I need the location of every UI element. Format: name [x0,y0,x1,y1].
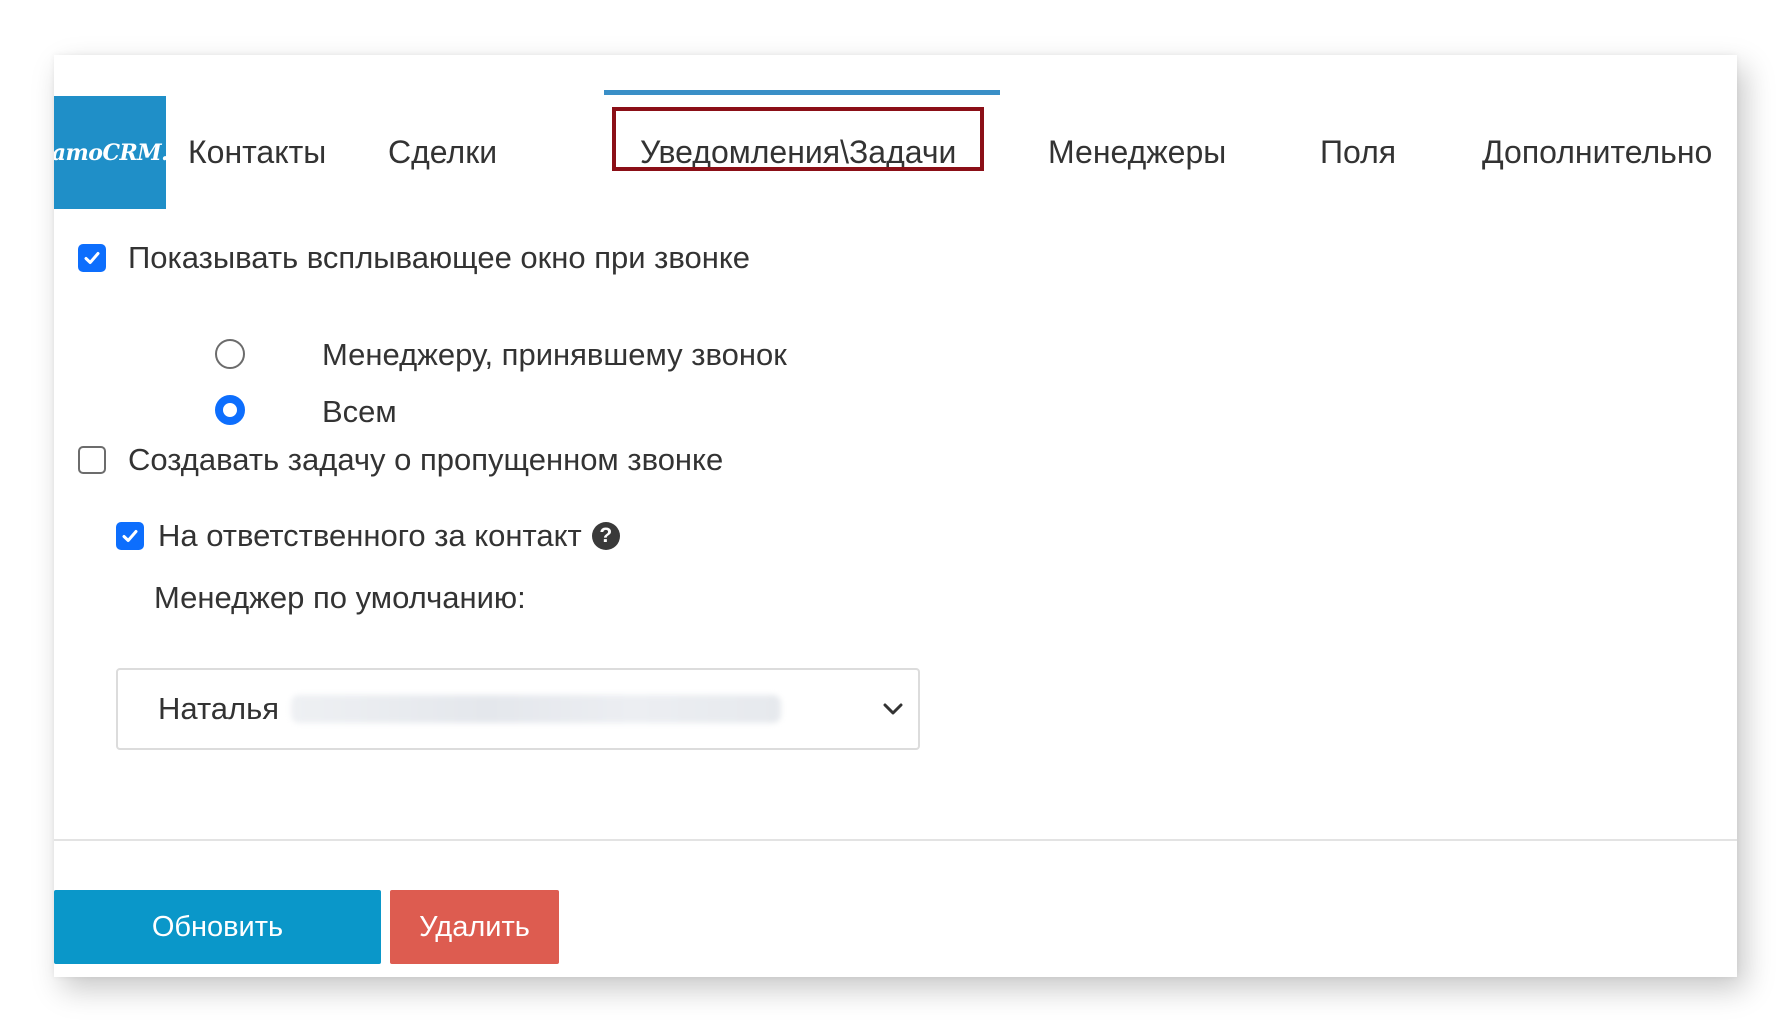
active-tab-indicator [604,90,1000,95]
show-popup-label: Показывать всплывающее окно при звонке [128,240,751,275]
responsible-row: На ответственного за контакт ? [116,511,620,561]
check-icon [84,252,100,264]
tab-managers[interactable]: Менеджеры [1048,127,1226,177]
show-popup-row: Показывать всплывающее окно при звонке [78,233,750,283]
tab-deals[interactable]: Сделки [388,127,497,177]
show-popup-checkbox[interactable] [78,244,106,272]
check-icon [122,530,138,542]
tab-additional[interactable]: Дополнительно [1482,127,1712,177]
footer-divider [54,839,1737,841]
logo-text: amoCRM. [54,139,169,166]
tab-contacts[interactable]: Контакты [188,127,326,177]
default-manager-label-row: Менеджер по умолчанию: [154,573,526,623]
assign-responsible-checkbox[interactable] [116,522,144,550]
tab-fields[interactable]: Поля [1320,127,1396,177]
default-manager-label: Менеджер по умолчанию: [154,580,526,615]
radio-everyone-row: Всем [322,387,397,437]
chevron-down-icon [883,703,903,715]
radio-everyone[interactable] [215,395,245,425]
update-button[interactable]: Обновить [54,890,381,964]
delete-button[interactable]: Удалить [390,890,559,964]
assign-responsible-label: На ответственного за контакт [158,518,582,553]
radio-everyone-label: Всем [322,394,397,429]
question-circle-icon[interactable]: ? [591,522,620,550]
default-manager-select[interactable]: Наталья [116,668,920,750]
radio-accepting-manager-label: Менеджеру, принявшему звонок [322,337,787,372]
amocrm-logo: amoCRM. [54,96,169,209]
create-missed-task-checkbox[interactable] [78,446,106,474]
redacted-manager-details [291,695,782,723]
radio-accepting-manager-row: Менеджеру, принявшему звонок [322,330,787,380]
create-task-row: Создавать задачу о пропущенном звонке [78,435,723,485]
create-missed-task-label: Создавать задачу о пропущенном звонке [128,442,724,477]
default-manager-value: Наталья [158,691,280,726]
highlight-annotation-box [612,107,984,171]
radio-accepting-manager[interactable] [215,339,245,369]
settings-card: amoCRM. Контакты Сделки Уведомления\Зада… [54,55,1737,977]
